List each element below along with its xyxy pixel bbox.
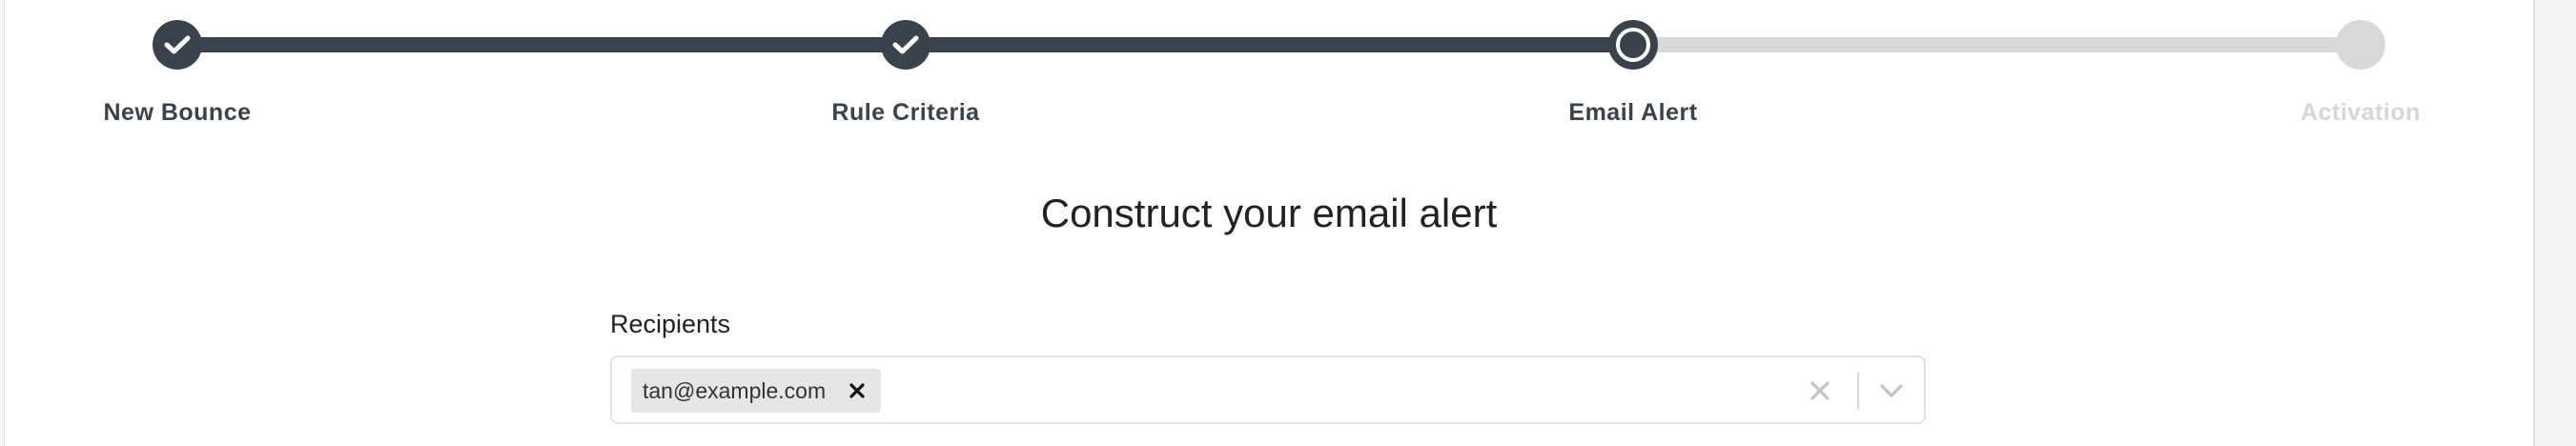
step-label-email-alert: Email Alert	[1568, 99, 1698, 126]
progress-track-3	[1633, 37, 2361, 52]
scrollbar-gutter	[2534, 0, 2576, 446]
check-icon	[892, 35, 919, 54]
recipient-chip: tan@example.com	[631, 369, 882, 413]
step-node-activation	[2336, 20, 2385, 70]
step-node-email-alert[interactable]	[1608, 20, 1658, 70]
indicator-separator	[1857, 373, 1859, 409]
progress-track-1	[177, 37, 906, 52]
step-node-new-bounce[interactable]	[153, 20, 202, 70]
step-node-rule-criteria[interactable]	[881, 20, 930, 70]
step-label-activation: Activation	[2300, 99, 2421, 126]
current-step-ring	[1616, 28, 1650, 62]
progress-track-2	[906, 37, 1633, 52]
close-icon[interactable]	[847, 380, 868, 401]
step-label-new-bounce: New Bounce	[103, 99, 252, 126]
recipients-label: Recipients	[610, 310, 731, 338]
check-icon	[164, 35, 191, 54]
recipients-multiselect[interactable]: tan@example.com	[610, 355, 1926, 424]
recipient-chip-label: tan@example.com	[643, 377, 827, 403]
page-title: Construct your email alert	[1040, 191, 1498, 235]
step-label-rule-criteria: Rule Criteria	[831, 99, 980, 126]
clear-icon[interactable]	[1804, 375, 1836, 407]
chevron-down-icon[interactable]	[1874, 375, 1909, 407]
